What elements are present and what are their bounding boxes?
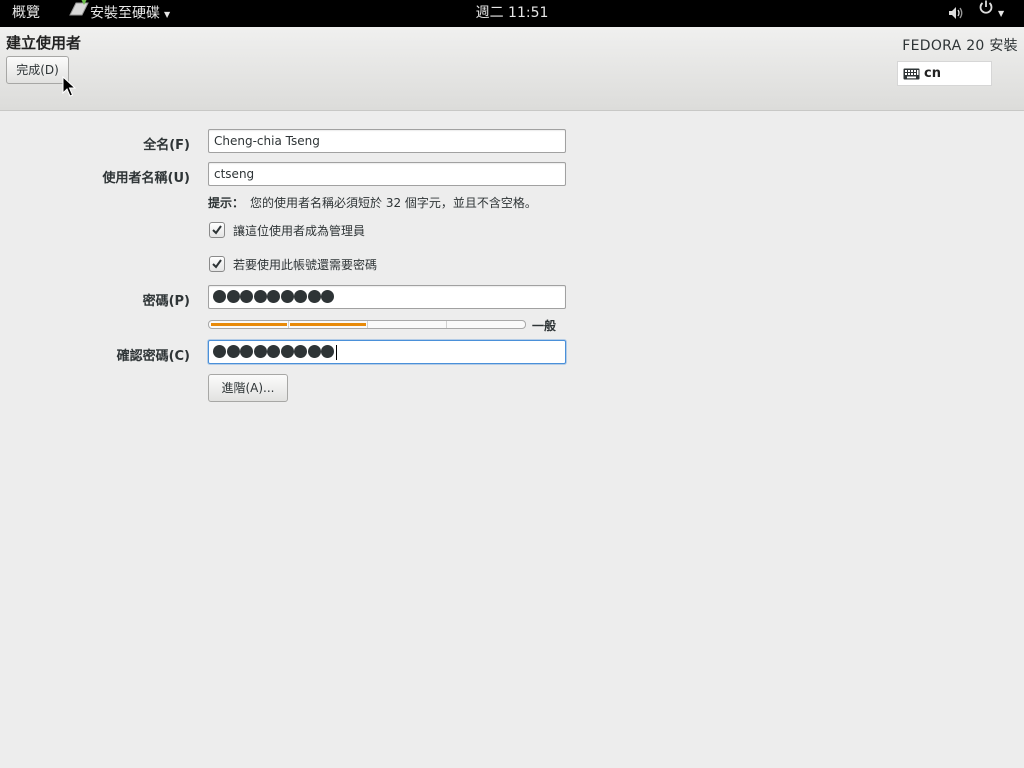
password-dot	[267, 290, 280, 303]
keyboard-layout-label: cn	[924, 66, 941, 81]
fullname-value: Cheng-chia Tseng	[214, 134, 320, 148]
power-menu[interactable]: ▼	[978, 0, 1004, 27]
installer-app-icon	[68, 0, 90, 27]
password-dot	[253, 290, 267, 303]
password-dot	[294, 290, 307, 303]
password-dot	[267, 345, 280, 358]
keyboard-layout-indicator[interactable]: cn	[897, 61, 992, 86]
fullname-field[interactable]: Cheng-chia Tseng	[208, 129, 566, 153]
keyboard-icon	[903, 68, 920, 84]
password-dot	[213, 345, 226, 358]
hint-label: 提示：	[208, 196, 245, 210]
app-menu[interactable]: 安裝至硬碟 ▼	[68, 0, 170, 27]
password-dot	[321, 345, 334, 358]
top-bar: 概覽 安裝至硬碟 ▼ 週二 11:51 ▼	[0, 0, 1024, 27]
username-field[interactable]: ctseng	[208, 162, 566, 186]
app-menu-label: 安裝至硬碟	[90, 5, 160, 22]
password-dot	[240, 290, 253, 303]
password-dot	[280, 290, 294, 303]
password-dot	[294, 345, 307, 358]
chevron-down-icon: ▼	[998, 9, 1005, 18]
strength-segment	[290, 323, 366, 326]
password-dot	[253, 345, 267, 358]
admin-checkbox-label[interactable]: 讓這位使用者成為管理員	[233, 222, 365, 239]
text-caret	[335, 345, 337, 360]
password-label: 密碼(P)	[142, 294, 190, 309]
activities-button[interactable]: 概覽	[12, 0, 40, 27]
username-value: ctseng	[214, 167, 255, 181]
confirm-password-label: 確認密碼(C)	[116, 349, 190, 364]
password-dot	[321, 290, 334, 303]
page-title: 建立使用者	[6, 34, 82, 52]
strength-segment	[211, 323, 287, 326]
require-password-checkbox-label[interactable]: 若要使用此帳號還需要密碼	[233, 256, 377, 273]
password-dot	[226, 290, 240, 303]
password-strength-bar	[208, 320, 526, 329]
require-password-checkbox[interactable]	[209, 256, 225, 272]
password-dot	[240, 345, 253, 358]
password-dot	[280, 345, 294, 358]
chevron-down-icon: ▼	[164, 9, 171, 19]
fullname-label: 全名(F)	[143, 138, 190, 153]
password-strength-label: 一般	[532, 319, 557, 333]
password-dot	[226, 345, 240, 358]
volume-icon[interactable]	[948, 6, 964, 24]
username-label: 使用者名稱(U)	[102, 171, 190, 186]
password-dot	[307, 290, 321, 303]
password-field[interactable]	[208, 285, 566, 309]
username-hint: 提示： 您的使用者名稱必須短於 32 個字元，並且不含空格。	[208, 194, 537, 211]
clock[interactable]: 週二 11:51	[476, 5, 549, 21]
product-title: FEDORA 20 安裝	[902, 38, 1018, 54]
advanced-button[interactable]: 進階(A)...	[208, 374, 288, 402]
done-button[interactable]: 完成(D)	[6, 56, 69, 84]
password-mask	[213, 290, 335, 304]
spoke-header: 建立使用者 完成(D) FEDORA 20 安裝 cn	[0, 27, 1024, 111]
password-dot	[307, 345, 321, 358]
confirm-password-mask	[213, 345, 337, 360]
hint-text: 您的使用者名稱必須短於 32 個字元，並且不含空格。	[250, 196, 537, 210]
power-icon	[978, 0, 994, 25]
mouse-pointer-icon	[62, 75, 77, 102]
confirm-password-field[interactable]	[208, 340, 566, 364]
admin-checkbox[interactable]	[209, 222, 225, 238]
password-dot	[213, 290, 226, 303]
checkmark-icon	[212, 259, 222, 269]
checkmark-icon	[212, 225, 222, 235]
